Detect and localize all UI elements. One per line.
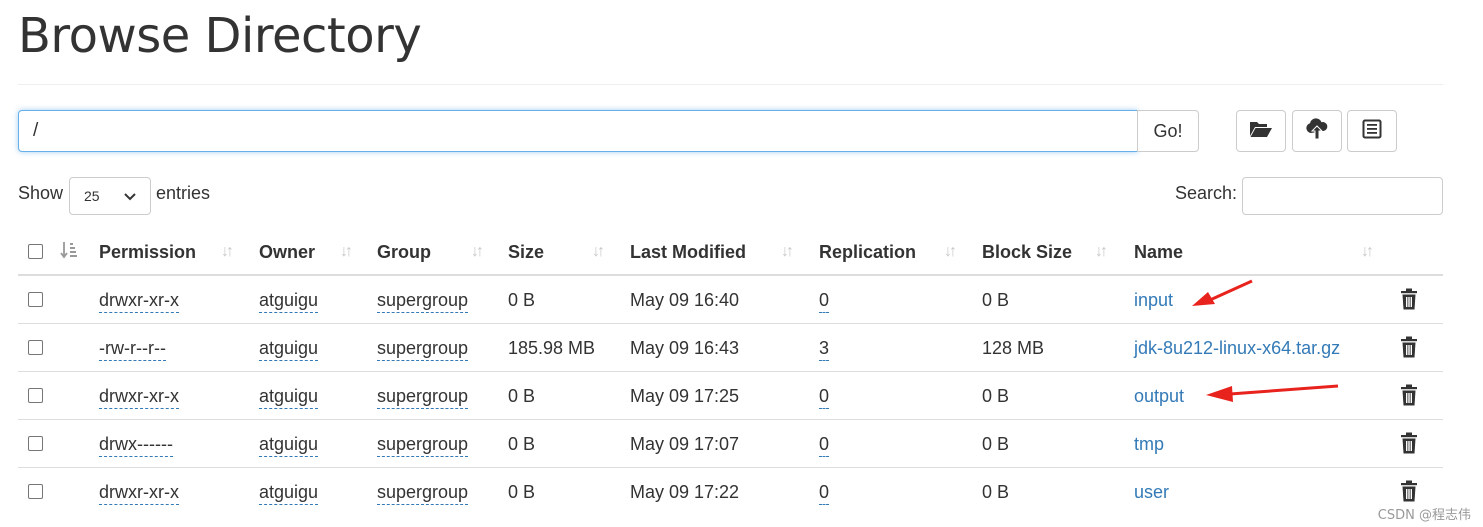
- create-directory-button[interactable]: [1236, 110, 1286, 152]
- row-checkbox[interactable]: [28, 340, 43, 355]
- folder-open-icon: [1249, 120, 1273, 143]
- header-permission[interactable]: Permission: [99, 228, 196, 274]
- entries-label: entries: [156, 183, 211, 203]
- sort-permission-icon[interactable]: ↓↑: [221, 228, 234, 274]
- owner-cell[interactable]: atguigu: [259, 385, 319, 410]
- table-row: drwxr-xr-x atguigu supergroup 0 B May 09…: [18, 276, 1443, 324]
- search-input[interactable]: [1242, 177, 1443, 215]
- group-cell[interactable]: supergroup: [377, 433, 469, 458]
- sort-replication-icon[interactable]: ↓↑: [944, 228, 957, 274]
- block-size-cell: 0 B: [982, 482, 1010, 502]
- header-replication[interactable]: Replication: [819, 228, 916, 274]
- header-size[interactable]: Size: [508, 228, 544, 274]
- owner-cell[interactable]: atguigu: [259, 481, 319, 506]
- page-title: Browse Directory: [18, 8, 422, 64]
- show-label: Show: [18, 183, 64, 203]
- block-size-cell: 128 MB: [982, 338, 1045, 358]
- sort-desc-icon[interactable]: [60, 240, 78, 265]
- permission-cell[interactable]: drwxr-xr-x: [99, 481, 179, 506]
- size-cell: 0 B: [508, 290, 536, 310]
- table-row: -rw-r--r-- atguigu supergroup 185.98 MB …: [18, 324, 1443, 372]
- replication-cell[interactable]: 3: [819, 337, 830, 362]
- size-cell: 0 B: [508, 482, 536, 502]
- row-checkbox[interactable]: [28, 484, 43, 499]
- row-checkbox[interactable]: [28, 292, 43, 307]
- owner-cell[interactable]: atguigu: [259, 337, 319, 362]
- list-alt-icon: [1362, 119, 1382, 144]
- block-size-cell: 0 B: [982, 386, 1010, 406]
- replication-cell[interactable]: 0: [819, 385, 830, 410]
- trash-icon[interactable]: [1400, 288, 1418, 315]
- file-table: Permission ↓↑ Owner ↓↑ Group ↓↑ Size ↓↑ …: [18, 228, 1443, 516]
- header-owner[interactable]: Owner: [259, 228, 315, 274]
- replication-cell[interactable]: 0: [819, 289, 830, 314]
- watermark: CSDN @程志伟: [1377, 508, 1471, 523]
- title-divider: [18, 84, 1443, 85]
- last-modified-cell: May 09 17:22: [630, 482, 740, 502]
- size-cell: 0 B: [508, 386, 536, 406]
- owner-cell[interactable]: atguigu: [259, 433, 319, 458]
- block-size-cell: 0 B: [982, 290, 1010, 310]
- permission-cell[interactable]: drwxr-xr-x: [99, 289, 179, 314]
- group-cell[interactable]: supergroup: [377, 481, 469, 506]
- sort-block-size-icon[interactable]: ↓↑: [1095, 228, 1108, 274]
- directory-path-input[interactable]: [18, 110, 1138, 152]
- trash-icon[interactable]: [1400, 336, 1418, 363]
- group-cell[interactable]: supergroup: [377, 385, 469, 410]
- sort-last-modified-icon[interactable]: ↓↑: [781, 228, 794, 274]
- owner-cell[interactable]: atguigu: [259, 289, 319, 314]
- size-cell: 0 B: [508, 434, 536, 454]
- header-name[interactable]: Name: [1134, 228, 1183, 274]
- size-cell: 185.98 MB: [508, 338, 596, 358]
- group-cell[interactable]: supergroup: [377, 337, 469, 362]
- entries-selected-value: 25: [84, 188, 100, 204]
- header-block-size[interactable]: Block Size: [982, 228, 1072, 274]
- search-label: Search:: [1175, 183, 1238, 203]
- name-link[interactable]: jdk-8u212-linux-x64.tar.gz: [1134, 324, 1340, 372]
- cloud-upload-icon: [1305, 117, 1329, 145]
- permission-cell[interactable]: drwxr-xr-x: [99, 385, 179, 410]
- permission-cell[interactable]: -rw-r--r--: [99, 337, 166, 362]
- group-cell[interactable]: supergroup: [377, 289, 469, 314]
- sort-name-icon[interactable]: ↓↑: [1361, 228, 1374, 274]
- trash-icon[interactable]: [1400, 432, 1418, 459]
- table-row: drwxr-xr-x atguigu supergroup 0 B May 09…: [18, 372, 1443, 420]
- row-checkbox[interactable]: [28, 436, 43, 451]
- row-checkbox[interactable]: [28, 388, 43, 403]
- chevron-down-icon: [124, 188, 136, 204]
- last-modified-cell: May 09 16:40: [630, 290, 740, 310]
- name-link[interactable]: output: [1134, 372, 1184, 420]
- upload-files-button[interactable]: [1292, 110, 1342, 152]
- replication-cell[interactable]: 0: [819, 433, 830, 458]
- name-link[interactable]: user: [1134, 468, 1169, 516]
- sort-group-icon[interactable]: ↓↑: [471, 228, 484, 274]
- name-link[interactable]: tmp: [1134, 420, 1164, 468]
- trash-icon[interactable]: [1400, 384, 1418, 411]
- last-modified-cell: May 09 16:43: [630, 338, 740, 358]
- trash-icon[interactable]: [1400, 480, 1418, 507]
- table-row: drwx------ atguigu supergroup 0 B May 09…: [18, 420, 1443, 468]
- last-modified-cell: May 09 17:25: [630, 386, 740, 406]
- cut-paste-button[interactable]: [1347, 110, 1397, 152]
- entries-per-page-select[interactable]: 25: [69, 177, 151, 215]
- name-link[interactable]: input: [1134, 276, 1173, 324]
- header-group[interactable]: Group: [377, 228, 431, 274]
- sort-owner-icon[interactable]: ↓↑: [340, 228, 353, 274]
- table-row: drwxr-xr-x atguigu supergroup 0 B May 09…: [18, 468, 1443, 516]
- replication-cell[interactable]: 0: [819, 481, 830, 506]
- go-button[interactable]: Go!: [1137, 110, 1199, 152]
- last-modified-cell: May 09 17:07: [630, 434, 740, 454]
- sort-size-icon[interactable]: ↓↑: [592, 228, 605, 274]
- block-size-cell: 0 B: [982, 434, 1010, 454]
- select-all-checkbox[interactable]: [28, 244, 43, 259]
- permission-cell[interactable]: drwx------: [99, 433, 173, 458]
- header-last-modified[interactable]: Last Modified: [630, 228, 746, 274]
- table-header-row: Permission ↓↑ Owner ↓↑ Group ↓↑ Size ↓↑ …: [18, 228, 1443, 276]
